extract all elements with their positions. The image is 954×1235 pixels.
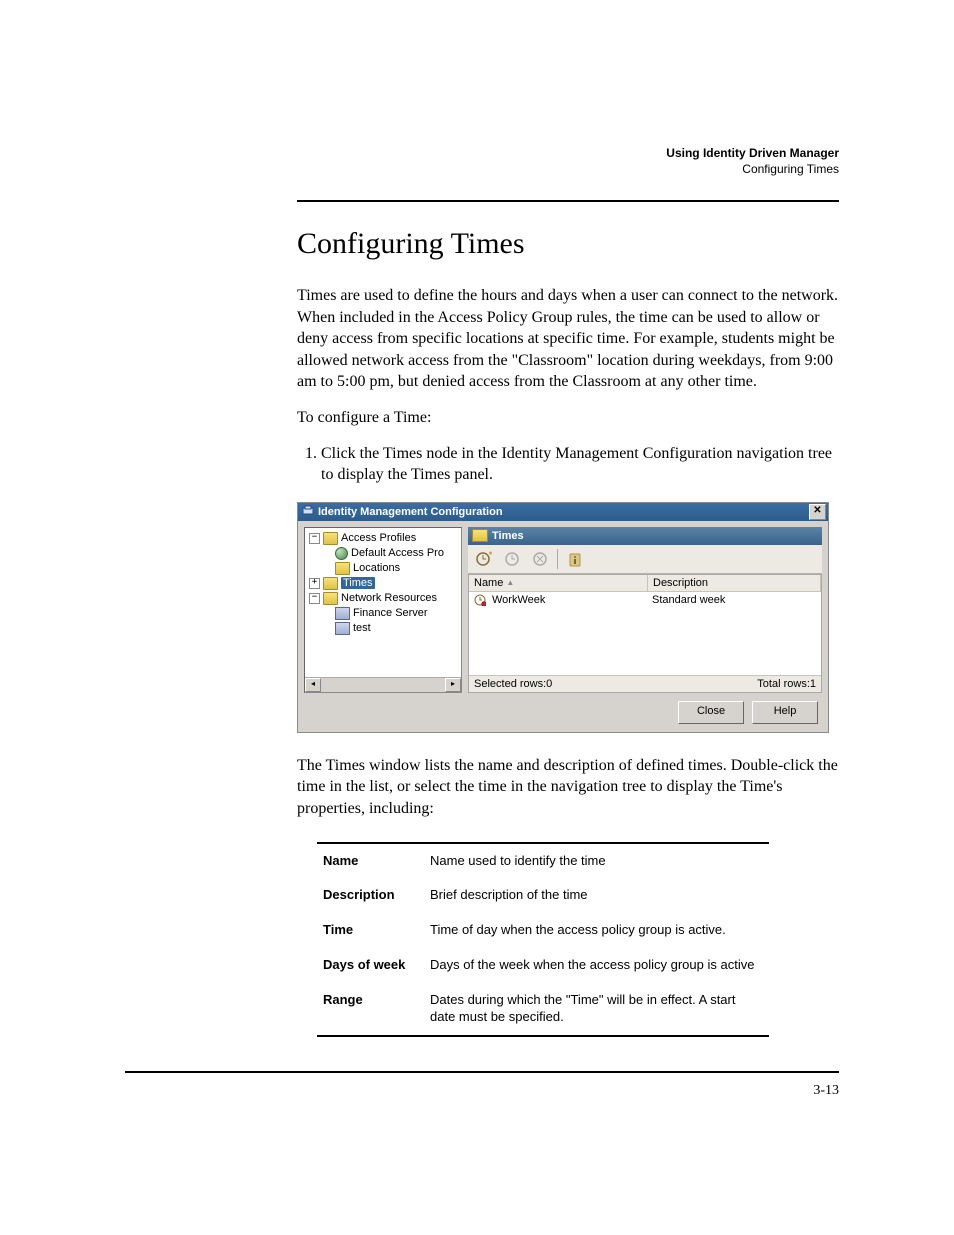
close-icon[interactable]: ✕ [809, 504, 826, 520]
edit-time-icon[interactable] [499, 547, 525, 571]
column-description[interactable]: Description [648, 575, 821, 591]
grid-statusbar: Selected rows:0 Total rows:1 [469, 675, 821, 692]
expander-plus-icon[interactable]: + [309, 578, 320, 589]
window-titlebar: Identity Management Configuration ✕ [298, 503, 828, 521]
prop-key: Time [317, 913, 424, 948]
expander-minus-icon[interactable]: − [309, 533, 320, 544]
prop-key: Description [317, 878, 424, 913]
steps-list: Click the Times node in the Identity Man… [297, 443, 839, 486]
tree-network-resources[interactable]: Network Resources [341, 592, 437, 604]
row-name: WorkWeek [492, 594, 545, 606]
folder-icon [335, 562, 350, 575]
server-icon [335, 622, 350, 635]
window-title: Identity Management Configuration [318, 506, 503, 518]
page-title: Configuring Times [297, 227, 839, 261]
bottom-rule [125, 1071, 839, 1073]
sort-asc-icon: ▲ [506, 578, 514, 587]
prop-key: Range [317, 983, 424, 1036]
folder-icon [323, 577, 338, 590]
info-icon[interactable] [562, 547, 588, 571]
running-header-sub: Configuring Times [742, 162, 839, 176]
column-name[interactable]: Name ▲ [469, 575, 648, 591]
scroll-right-icon[interactable]: ▸ [445, 678, 461, 692]
help-button[interactable]: Help [752, 701, 818, 724]
folder-icon [323, 532, 338, 545]
running-header-title: Using Identity Driven Manager [666, 146, 839, 160]
screenshot-window: Identity Management Configuration ✕ − Ac… [297, 502, 829, 733]
tree-access-profiles[interactable]: Access Profiles [341, 532, 416, 544]
navigation-tree[interactable]: − Access Profiles Default Access Pro [304, 527, 462, 693]
prop-val: Days of the week when the access policy … [424, 948, 769, 983]
properties-table: NameName used to identify the time Descr… [317, 842, 769, 1037]
panel-toolbar [468, 545, 822, 574]
prop-key: Name [317, 843, 424, 879]
table-row[interactable]: WorkWeek Standard week [469, 592, 821, 608]
after-shot-paragraph: The Times window lists the name and desc… [297, 755, 839, 820]
step-1: Click the Times node in the Identity Man… [321, 443, 839, 486]
tree-times-selected[interactable]: Times [341, 577, 375, 589]
total-rows: Total rows:1 [757, 678, 816, 690]
prop-val: Brief description of the time [424, 878, 769, 913]
times-grid[interactable]: Name ▲ Description WorkWe [468, 574, 822, 693]
folder-icon [323, 592, 338, 605]
panel-heading: Times [492, 530, 524, 542]
toolbar-separator [557, 549, 558, 569]
lead-in: To configure a Time: [297, 407, 839, 429]
server-icon [335, 607, 350, 620]
folder-open-icon [472, 529, 488, 542]
new-time-icon[interactable] [471, 547, 497, 571]
scroll-left-icon[interactable]: ◂ [305, 678, 321, 692]
selected-rows: Selected rows:0 [474, 678, 552, 690]
tree-test[interactable]: test [353, 622, 371, 634]
prop-val: Name used to identify the time [424, 843, 769, 879]
page-number: 3-13 [125, 1083, 839, 1099]
prop-val: Dates during which the "Time" will be in… [424, 983, 769, 1036]
clock-icon [474, 594, 486, 606]
close-button[interactable]: Close [678, 701, 744, 724]
intro-paragraph: Times are used to define the hours and d… [297, 285, 839, 393]
top-rule [297, 200, 839, 202]
tree-default-access[interactable]: Default Access Pro [351, 547, 444, 559]
app-icon [302, 504, 314, 519]
panel-header: Times [468, 527, 822, 545]
tree-locations[interactable]: Locations [353, 562, 400, 574]
prop-val: Time of day when the access policy group… [424, 913, 769, 948]
tree-scrollbar[interactable]: ◂ ▸ [305, 677, 461, 692]
expander-minus-icon[interactable]: − [309, 593, 320, 604]
row-description: Standard week [647, 592, 821, 608]
running-header: Using Identity Driven Manager Configurin… [666, 145, 839, 177]
delete-time-icon[interactable] [527, 547, 553, 571]
globe-icon [335, 547, 348, 560]
tree-finance-server[interactable]: Finance Server [353, 607, 428, 619]
prop-key: Days of week [317, 948, 424, 983]
